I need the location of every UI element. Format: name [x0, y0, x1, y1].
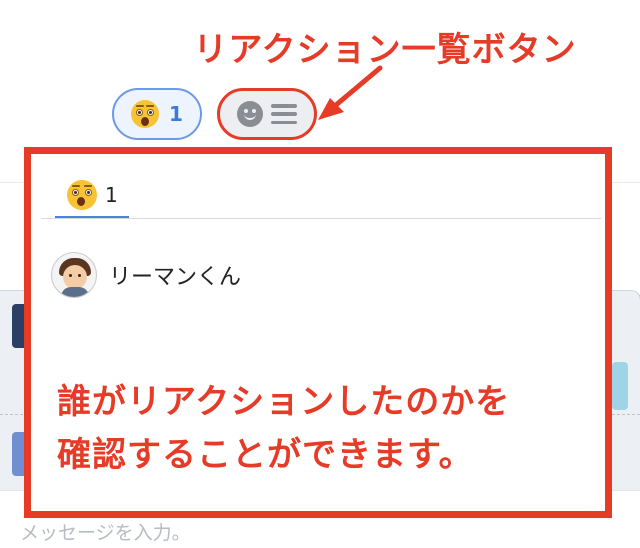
reaction-list-button[interactable]: [217, 88, 317, 140]
menu-lines-icon: [271, 104, 297, 124]
smiley-icon: [237, 101, 263, 127]
message-bubble-fragment: [612, 362, 628, 410]
message-input-placeholder[interactable]: メッセージを入力。: [20, 518, 191, 545]
reaction-list-popup: 1 リーマンくん 誰がリアクションしたのかを 確認することができます。: [24, 147, 612, 518]
reaction-user-row[interactable]: リーマンくん: [51, 252, 241, 298]
annotation-body-line-2: 確認することができます。: [57, 435, 474, 475]
reaction-count: 1: [169, 102, 183, 126]
tab-divider: [41, 218, 601, 219]
annotation-body: 誰がリアクションしたのかを 確認することができます。: [57, 376, 597, 482]
astonished-face-emoji-icon: [67, 180, 97, 210]
reaction-chip-astonished[interactable]: 1: [112, 88, 202, 140]
tab-reaction-count: 1: [105, 183, 118, 207]
reaction-user-name: リーマンくん: [109, 265, 242, 290]
astonished-face-emoji-icon: [131, 100, 160, 128]
user-avatar-icon: [51, 252, 97, 298]
annotation-body-line-1: 誰がリアクションしたのかを: [57, 382, 511, 422]
tab-astonished-reaction[interactable]: 1: [55, 174, 129, 216]
